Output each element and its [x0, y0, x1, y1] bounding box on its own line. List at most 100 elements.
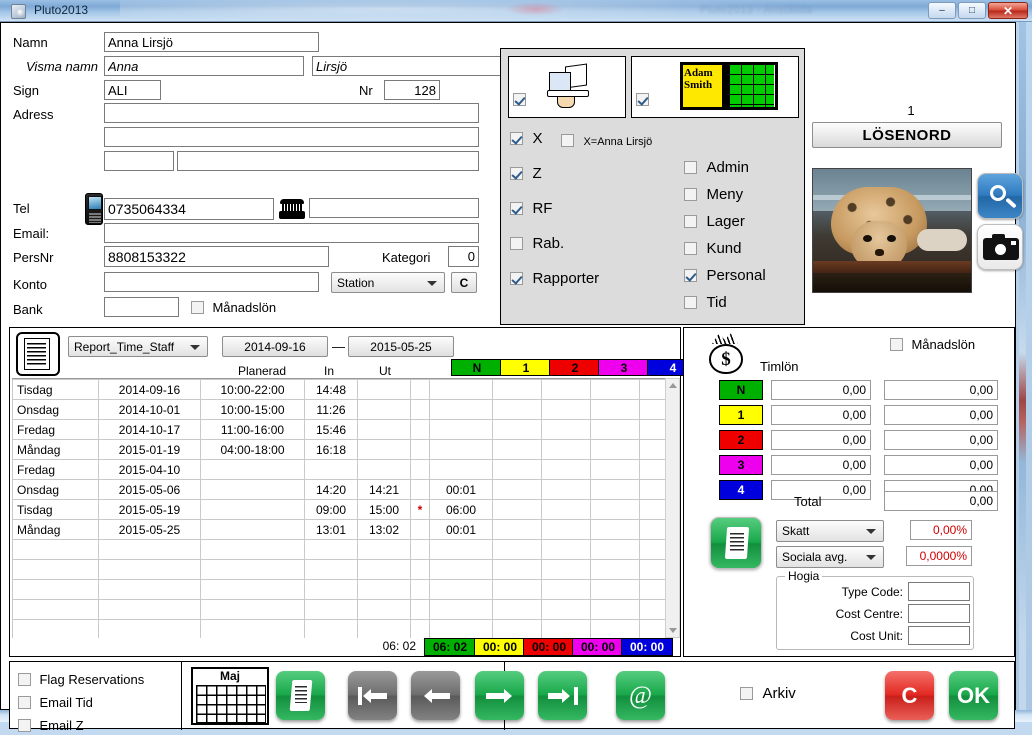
book-icon-box[interactable]: Adam Smith [631, 56, 799, 118]
rate-value1-2[interactable]: 0,00 [771, 430, 871, 450]
report-document-icon[interactable] [16, 332, 60, 376]
table-row[interactable]: Fredag 2015-04-10 [12, 459, 665, 480]
arkiv-row[interactable]: Arkiv [740, 685, 796, 703]
password-button[interactable]: LÖSENORD [812, 122, 1002, 148]
reports-icon-checkbox[interactable] [513, 93, 526, 106]
sign-input[interactable] [104, 80, 161, 100]
table-row[interactable] [12, 619, 665, 638]
perm-tid-checkbox[interactable] [684, 296, 697, 310]
table-row[interactable]: Måndag 2015-01-19 04:00-18:00 16:18 [12, 439, 665, 460]
perm-rab-row[interactable]: Rab. [510, 235, 564, 253]
perm-meny-row[interactable]: Meny [684, 186, 743, 204]
table-row[interactable] [12, 539, 665, 560]
email-input[interactable] [104, 223, 479, 243]
table-row[interactable] [12, 599, 665, 620]
print-report-button[interactable] [276, 671, 325, 720]
column-header-cat-1[interactable]: 1 [500, 359, 552, 376]
perm-x-checkbox[interactable] [510, 132, 523, 146]
manadslon-checkbox[interactable] [191, 301, 204, 315]
table-row[interactable]: Onsdag 2015-05-06 14:20 14:21 00:01 [12, 479, 665, 500]
table-row[interactable] [12, 579, 665, 600]
visma-last-name-input[interactable] [312, 56, 509, 76]
scroll-up-icon[interactable] [668, 383, 677, 388]
station-dropdown[interactable]: Station [331, 272, 445, 293]
email-z-checkbox[interactable] [18, 719, 31, 733]
scroll-down-icon[interactable] [668, 628, 677, 633]
perm-xeq-row[interactable]: X=Anna Lirsjö [561, 132, 652, 150]
column-header-cat-2[interactable]: 2 [549, 359, 601, 376]
take-photo-button[interactable] [977, 224, 1023, 270]
grid-scrollbar[interactable] [665, 378, 680, 638]
perm-x-row[interactable]: X [510, 130, 542, 148]
last-record-button[interactable] [538, 671, 587, 720]
email-button[interactable]: @ [616, 671, 665, 720]
flag-reservations-checkbox[interactable] [18, 673, 31, 687]
arkiv-checkbox[interactable] [740, 687, 753, 701]
maximize-button[interactable]: □ [958, 2, 986, 19]
table-row[interactable]: Onsdag 2014-10-01 10:00-15:00 11:26 [12, 399, 665, 420]
postal-code-input[interactable] [104, 151, 174, 171]
employee-photo[interactable] [812, 168, 972, 293]
visma-first-name-input[interactable] [104, 56, 304, 76]
clear-station-button[interactable]: C [451, 272, 477, 293]
sociala-dropdown[interactable]: Sociala avg. [776, 546, 884, 568]
column-header-cat-n[interactable]: N [451, 359, 503, 376]
perm-rab-checkbox[interactable] [510, 237, 523, 251]
table-row[interactable]: Måndag 2015-05-25 13:01 13:02 00:01 [12, 519, 665, 540]
perm-personal-checkbox[interactable] [684, 269, 697, 283]
rate-value1-n[interactable]: 0,00 [771, 380, 871, 400]
perm-admin-row[interactable]: Admin [684, 159, 749, 177]
table-row[interactable]: Fredag 2014-10-17 11:00-16:00 15:46 [12, 419, 665, 440]
perm-rf-checkbox[interactable] [510, 202, 523, 216]
perm-kund-checkbox[interactable] [684, 242, 697, 256]
salary-manadslon-row[interactable]: Månadslön [890, 336, 975, 354]
perm-admin-checkbox[interactable] [684, 161, 697, 175]
ok-button[interactable]: OK [949, 671, 998, 720]
table-row[interactable]: Tisdag 2015-05-19 09:00 15:00 * 06:00 [12, 499, 665, 520]
report-type-dropdown[interactable]: Report_Time_Staff [68, 336, 208, 357]
email-tid-checkbox[interactable] [18, 696, 31, 710]
flag-reservations-row[interactable]: Flag Reservations [18, 671, 144, 689]
minimize-button[interactable]: – [928, 2, 956, 19]
salary-manadslon-checkbox[interactable] [890, 338, 903, 352]
skatt-dropdown[interactable]: Skatt [776, 520, 884, 542]
perm-z-checkbox[interactable] [510, 167, 523, 181]
email-z-row[interactable]: Email Z [18, 717, 84, 735]
date-to-button[interactable]: 2015-05-25 [348, 336, 454, 357]
konto-input[interactable] [104, 272, 319, 292]
persnr-input[interactable] [104, 246, 329, 267]
perm-lager-checkbox[interactable] [684, 215, 697, 229]
close-button[interactable]: ✕ [988, 2, 1028, 19]
manadslon-checkbox-row[interactable]: Månadslön [191, 299, 276, 317]
first-record-button[interactable] [348, 671, 397, 720]
perm-z-row[interactable]: Z [510, 165, 542, 183]
nr-input[interactable] [384, 80, 440, 100]
perm-xeq-checkbox[interactable] [561, 134, 574, 148]
rate-value2-2[interactable]: 0,00 [884, 430, 998, 450]
adress-line2-input[interactable] [104, 127, 479, 147]
bank-input[interactable] [104, 297, 179, 317]
type-code-input[interactable] [908, 582, 970, 601]
next-record-button[interactable] [475, 671, 524, 720]
table-row[interactable] [12, 559, 665, 580]
rate-value1-1[interactable]: 0,00 [771, 405, 871, 425]
rate-value2-3[interactable]: 0,00 [884, 455, 998, 475]
cost-unit-input[interactable] [908, 626, 970, 645]
tel2-input[interactable] [309, 198, 479, 218]
perm-lager-row[interactable]: Lager [684, 213, 745, 231]
previous-record-button[interactable] [411, 671, 460, 720]
date-from-button[interactable]: 2014-09-16 [222, 336, 328, 357]
rate-value1-3[interactable]: 0,00 [771, 455, 871, 475]
column-header-cat-3[interactable]: 3 [598, 359, 650, 376]
perm-rapporter-checkbox[interactable] [510, 272, 523, 286]
cancel-button[interactable]: C [885, 671, 934, 720]
tel-input[interactable] [104, 198, 274, 220]
cost-centre-input[interactable] [908, 604, 970, 623]
city-input[interactable] [177, 151, 479, 171]
email-tid-row[interactable]: Email Tid [18, 694, 93, 712]
salary-report-button[interactable] [710, 517, 762, 569]
reports-icon-box[interactable] [508, 56, 626, 118]
book-icon-checkbox[interactable] [636, 93, 649, 106]
time-report-grid[interactable]: Tisdag 2014-09-16 10:00-22:00 14:48 Onsdag 20… [12, 378, 665, 638]
perm-rf-row[interactable]: RF [510, 200, 552, 218]
